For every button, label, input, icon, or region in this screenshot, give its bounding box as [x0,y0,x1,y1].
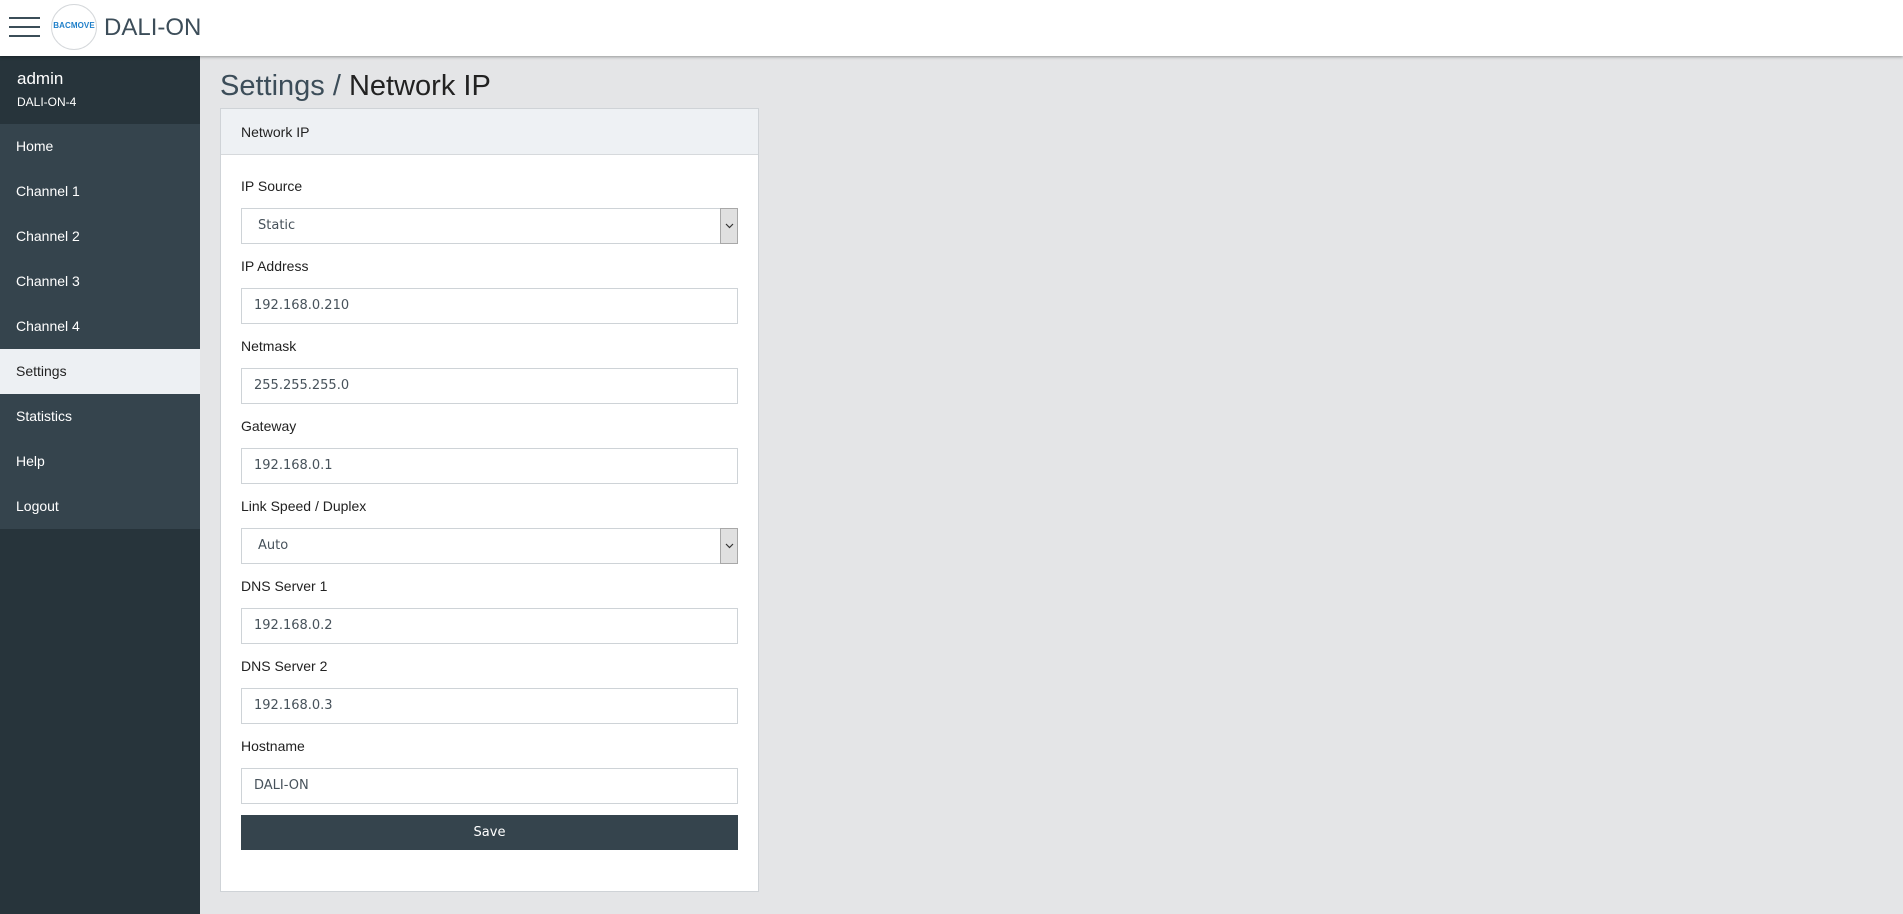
dns-server-2-field: DNS Server 2 192.168.0.3 [241,658,738,724]
breadcrumb-separator: / [324,70,349,102]
sidebar-nav: Home Channel 1 Channel 2 Channel 3 Chann… [0,124,200,529]
sidebar-item-channel-3[interactable]: Channel 3 [0,259,200,304]
top-bar: BACMOVE DALI-ON [0,0,1903,56]
app-title: DALI-ON [104,14,202,41]
ip-address-field: IP Address 192.168.0.210 [241,258,738,324]
sidebar-item-channel-1[interactable]: Channel 1 [0,169,200,214]
dns-server-1-label: DNS Server 1 [241,578,328,594]
logo: BACMOVE [51,4,97,50]
card-title: Network IP [221,109,758,155]
dns-server-2-input[interactable]: 192.168.0.3 [241,688,738,724]
link-speed-field: Link Speed / Duplex Auto [241,498,738,564]
logo-text: BACMOVE [53,21,95,30]
network-ip-card: Network IP IP Source Static IP Address 1… [220,108,759,892]
sidebar-item-channel-4[interactable]: Channel 4 [0,304,200,349]
sidebar: admin DALI-ON-4 Home Channel 1 Channel 2… [0,56,200,914]
hostname-label: Hostname [241,738,305,754]
sidebar-item-statistics[interactable]: Statistics [0,394,200,439]
sidebar-item-home[interactable]: Home [0,124,200,169]
breadcrumb-root[interactable]: Settings [220,70,325,102]
link-speed-select[interactable]: Auto [241,528,738,564]
user-box: admin DALI-ON-4 [0,56,200,124]
gateway-input[interactable]: 192.168.0.1 [241,448,738,484]
gateway-label: Gateway [241,418,297,434]
hostname-field: Hostname DALI-ON [241,738,738,804]
device-name: DALI-ON-4 [17,95,77,109]
dns-server-1-field: DNS Server 1 192.168.0.2 [241,578,738,644]
ip-address-label: IP Address [241,258,309,274]
gateway-field: Gateway 192.168.0.1 [241,418,738,484]
link-speed-label: Link Speed / Duplex [241,498,367,514]
dns-server-1-input[interactable]: 192.168.0.2 [241,608,738,644]
save-button[interactable]: Save [241,815,738,850]
netmask-label: Netmask [241,338,297,354]
netmask-input[interactable]: 255.255.255.0 [241,368,738,404]
sidebar-item-logout[interactable]: Logout [0,484,200,529]
ip-source-select[interactable]: Static [241,208,738,244]
breadcrumb-current: Network IP [348,70,491,102]
ip-address-input[interactable]: 192.168.0.210 [241,288,738,324]
netmask-field: Netmask 255.255.255.0 [241,338,738,404]
sidebar-item-help[interactable]: Help [0,439,200,484]
user-name: admin [17,69,64,88]
chevron-down-icon[interactable] [720,528,738,564]
hostname-input[interactable]: DALI-ON [241,768,738,804]
ip-source-value: Static [258,218,296,233]
dns-server-2-label: DNS Server 2 [241,658,328,674]
sidebar-item-channel-2[interactable]: Channel 2 [0,214,200,259]
hamburger-menu-icon[interactable] [9,14,41,40]
link-speed-value: Auto [258,538,289,553]
chevron-down-icon[interactable] [720,208,738,244]
page-title: Settings / Network IP [220,70,491,103]
ip-source-label: IP Source [241,178,303,194]
ip-source-field: IP Source Static [241,178,738,244]
sidebar-item-settings[interactable]: Settings [0,349,200,394]
